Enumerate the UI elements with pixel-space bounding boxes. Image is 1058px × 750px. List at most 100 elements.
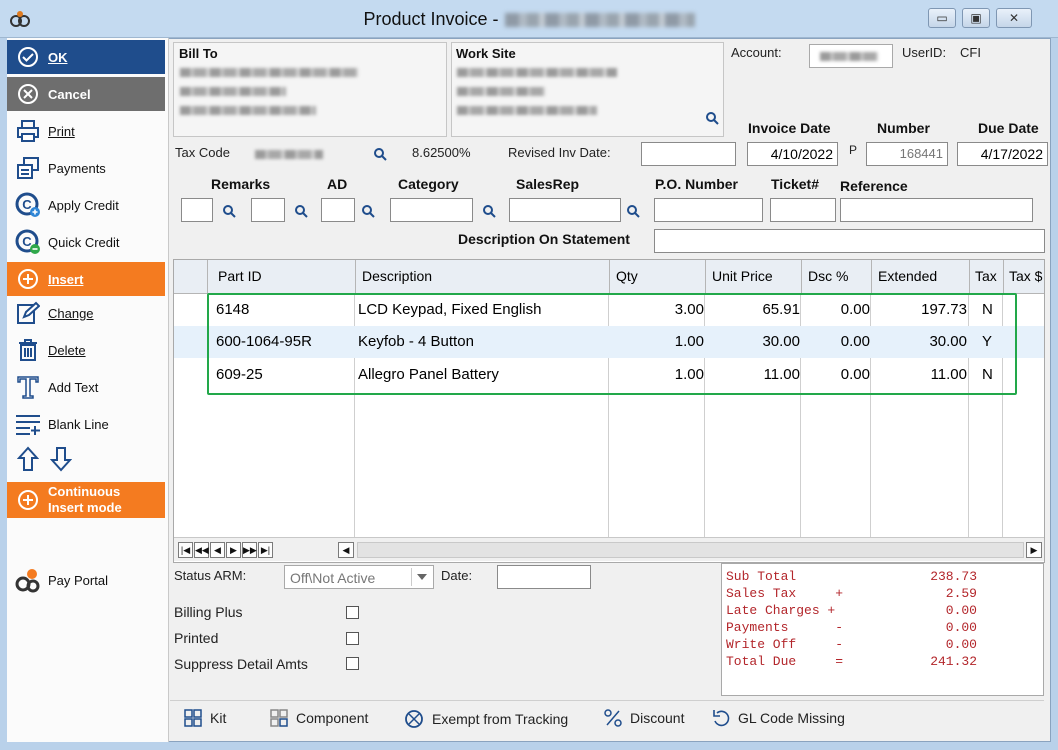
- apply-credit-label: Apply Credit: [48, 197, 119, 213]
- search-icon[interactable]: [294, 204, 308, 218]
- account-field[interactable]: [809, 44, 893, 68]
- suppress-detail-checkbox[interactable]: [346, 657, 359, 670]
- work-site-line-1: [457, 68, 617, 77]
- add-text-button[interactable]: Add Text: [7, 370, 165, 404]
- desc-on-statement-field[interactable]: [654, 229, 1045, 253]
- payments-label: Payments: [48, 160, 106, 176]
- print-button[interactable]: Print: [7, 114, 165, 148]
- window-title-redacted: [504, 13, 695, 28]
- nav-next-button[interactable]: ▶: [226, 542, 241, 558]
- bill-to-line-1: [180, 68, 358, 77]
- grid-header-indicator: [174, 260, 208, 293]
- exempt-tracking-button[interactable]: Exempt from Tracking: [404, 709, 568, 729]
- cancel-label: Cancel: [48, 86, 91, 102]
- pay-portal-button[interactable]: Pay Portal: [7, 563, 165, 597]
- invoice-date-field[interactable]: 4/10/2022: [747, 142, 838, 166]
- due-date-field[interactable]: 4/17/2022: [957, 142, 1048, 166]
- col-unit-price[interactable]: Unit Price: [706, 260, 802, 293]
- total-due-label: Total Due =: [726, 654, 844, 669]
- col-tax[interactable]: Tax: [970, 260, 1004, 293]
- search-icon[interactable]: [705, 111, 719, 125]
- col-qty[interactable]: Qty: [610, 260, 706, 293]
- remarks-label: Remarks: [211, 176, 271, 192]
- gl-code-missing-button[interactable]: GL Code Missing: [712, 709, 845, 727]
- nav-first-button[interactable]: |◀: [178, 542, 193, 558]
- maximize-button[interactable]: ▣: [962, 8, 990, 28]
- ok-button[interactable]: OK: [7, 40, 165, 74]
- number-label: Number: [877, 120, 930, 136]
- ok-label: OK: [48, 49, 68, 65]
- printer-icon: [15, 118, 41, 144]
- col-part-id[interactable]: Part ID: [208, 260, 356, 293]
- scroll-right-button[interactable]: ▶: [1026, 542, 1042, 558]
- check-circle-icon: [15, 44, 41, 70]
- invoice-number-field[interactable]: 168441: [866, 142, 948, 166]
- revised-inv-date-field[interactable]: [641, 142, 736, 166]
- po-number-field[interactable]: [654, 198, 763, 222]
- reference-field[interactable]: [840, 198, 1033, 222]
- col-dsc[interactable]: Dsc %: [802, 260, 872, 293]
- nav-prev-page-button[interactable]: ◀◀: [194, 542, 209, 558]
- salesrep-field[interactable]: [509, 198, 621, 222]
- search-icon[interactable]: [373, 147, 387, 161]
- add-text-label: Add Text: [48, 379, 99, 395]
- arrow-down-icon[interactable]: [48, 446, 74, 472]
- payments-button[interactable]: Payments: [7, 151, 165, 185]
- horizontal-scrollbar[interactable]: [357, 542, 1024, 558]
- component-icon: [270, 709, 288, 727]
- text-icon: [15, 374, 41, 400]
- discount-button[interactable]: Discount: [604, 709, 684, 727]
- tax-code-label: Tax Code: [175, 145, 230, 160]
- billing-plus-checkbox[interactable]: [346, 606, 359, 619]
- invoice-date-label: Invoice Date: [748, 120, 831, 136]
- cancel-button[interactable]: Cancel: [7, 77, 165, 111]
- search-icon[interactable]: [482, 204, 496, 218]
- close-button[interactable]: ✕: [996, 8, 1032, 28]
- continuous-insert-button[interactable]: Continuous Insert mode: [7, 482, 165, 518]
- col-description[interactable]: Description: [356, 260, 610, 293]
- quick-credit-button[interactable]: C Quick Credit: [7, 225, 165, 259]
- trash-icon: [15, 337, 41, 363]
- work-site-label: Work Site: [456, 46, 516, 61]
- printed-label: Printed: [174, 630, 219, 646]
- col-tax-amount[interactable]: Tax $: [1004, 260, 1044, 293]
- nav-next-page-button[interactable]: ▶▶: [242, 542, 257, 558]
- search-icon[interactable]: [626, 204, 640, 218]
- reference-label: Reference: [840, 178, 908, 194]
- search-icon[interactable]: [222, 204, 236, 218]
- category-field[interactable]: [390, 198, 473, 222]
- status-arm-select[interactable]: Off\Not Active: [284, 565, 434, 589]
- printed-checkbox[interactable]: [346, 632, 359, 645]
- nav-last-button[interactable]: ▶|: [258, 542, 273, 558]
- bill-to-line-2: [180, 87, 286, 96]
- quick-credit-label: Quick Credit: [48, 234, 120, 250]
- desc-on-statement-label: Description On Statement: [458, 231, 630, 247]
- blank-line-button[interactable]: Blank Line: [7, 407, 165, 441]
- component-button[interactable]: Component: [270, 709, 368, 727]
- delete-button[interactable]: Delete: [7, 333, 165, 367]
- col-extended[interactable]: Extended: [872, 260, 970, 293]
- window-title: Product Invoice -: [0, 9, 1058, 30]
- insert-button[interactable]: Insert: [7, 262, 165, 296]
- status-date-field[interactable]: [497, 565, 591, 589]
- delete-label: Delete: [48, 342, 86, 358]
- minimize-button[interactable]: ▭: [928, 8, 956, 28]
- due-date-label: Due Date: [978, 120, 1039, 136]
- ticket-field[interactable]: [770, 198, 836, 222]
- ad-field[interactable]: [321, 198, 355, 222]
- kit-button[interactable]: Kit: [184, 709, 226, 727]
- plus-circle-icon: [15, 487, 41, 513]
- scroll-left-button[interactable]: ◀: [338, 542, 354, 558]
- remarks-field[interactable]: [181, 198, 213, 222]
- selection-highlight: [207, 293, 1017, 395]
- change-button[interactable]: Change: [7, 296, 165, 330]
- ad-label: AD: [327, 176, 348, 192]
- apply-credit-button[interactable]: C Apply Credit: [7, 188, 165, 222]
- pay-portal-label: Pay Portal: [48, 572, 108, 588]
- remarks-field-2[interactable]: [251, 198, 285, 222]
- arrow-up-icon[interactable]: [15, 446, 41, 472]
- plus-circle-icon: [15, 266, 41, 292]
- late-charges-value: 0.00: [945, 603, 977, 618]
- search-icon[interactable]: [361, 204, 375, 218]
- nav-prev-button[interactable]: ◀: [210, 542, 225, 558]
